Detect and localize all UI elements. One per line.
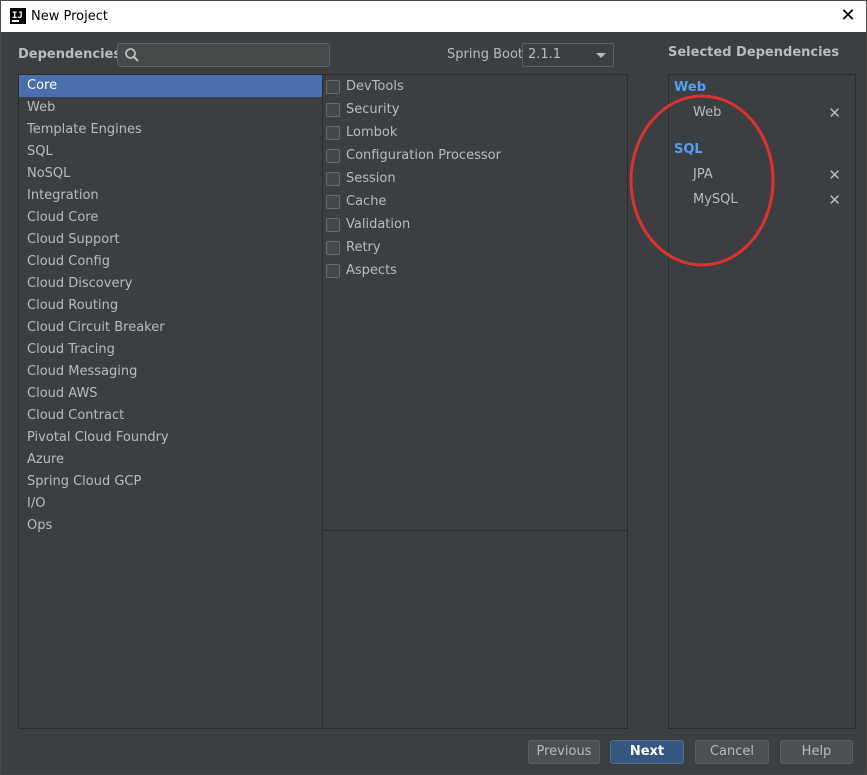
dependency-checkbox[interactable] xyxy=(326,263,340,278)
category-item[interactable]: Template Engines xyxy=(19,119,323,141)
help-button[interactable]: Help xyxy=(780,740,853,764)
category-item[interactable]: Web xyxy=(19,97,323,119)
dependency-label: Configuration Processor xyxy=(346,148,501,163)
dependency-item[interactable]: Session xyxy=(323,167,627,190)
dependency-label: Validation xyxy=(346,217,411,232)
next-button[interactable]: Next xyxy=(610,740,684,764)
search-field[interactable] xyxy=(117,43,330,67)
category-item[interactable]: Cloud Circuit Breaker xyxy=(19,317,323,339)
new-project-dialog: IJ New Project ✕ Dependencies Spring Boo… xyxy=(0,0,867,775)
spring-boot-label: Spring Boot xyxy=(447,47,524,62)
category-item[interactable]: Ops xyxy=(19,515,323,537)
dependency-label: DevTools xyxy=(346,79,404,94)
title-bar: IJ New Project ✕ xyxy=(1,1,866,32)
search-icon xyxy=(125,48,139,62)
dependency-checkbox[interactable] xyxy=(326,194,340,209)
category-item[interactable]: I/O xyxy=(19,493,323,515)
category-item[interactable]: Cloud Core xyxy=(19,207,323,229)
dependency-checkbox[interactable] xyxy=(326,217,340,232)
category-item[interactable]: Core xyxy=(19,75,323,97)
dependency-item[interactable]: Retry xyxy=(323,236,627,259)
dialog-content: Dependencies Spring Boot 2.1.1 Selected … xyxy=(1,32,866,774)
dependency-label: Lombok xyxy=(346,125,398,140)
dependency-description-panel xyxy=(322,530,628,729)
dependency-checkbox[interactable] xyxy=(326,171,340,186)
spring-boot-version-value: 2.1.1 xyxy=(528,47,562,62)
dependencies-label: Dependencies xyxy=(18,47,122,62)
dependency-label: Session xyxy=(346,171,396,186)
category-item[interactable]: Cloud Discovery xyxy=(19,273,323,295)
dependency-label: Aspects xyxy=(346,263,397,278)
category-item[interactable]: NoSQL xyxy=(19,163,323,185)
dependency-item[interactable]: Validation xyxy=(323,213,627,236)
category-item[interactable]: Cloud Support xyxy=(19,229,323,251)
category-list[interactable]: Core Web Template Engines SQL NoSQL Inte… xyxy=(18,74,323,729)
dependency-checkbox[interactable] xyxy=(326,79,340,94)
dependency-item[interactable]: Configuration Processor xyxy=(323,144,627,167)
dependency-item[interactable]: DevTools xyxy=(323,75,627,98)
dependency-checkbox[interactable] xyxy=(326,102,340,117)
category-item[interactable]: Cloud Messaging xyxy=(19,361,323,383)
dependency-item[interactable]: Security xyxy=(323,98,627,121)
category-item[interactable]: SQL xyxy=(19,141,323,163)
spring-boot-version-select[interactable]: 2.1.1 xyxy=(522,43,614,67)
category-item[interactable]: Cloud Routing xyxy=(19,295,323,317)
category-item[interactable]: Cloud Contract xyxy=(19,405,323,427)
category-item[interactable]: Cloud Tracing xyxy=(19,339,323,361)
search-input[interactable] xyxy=(144,46,324,64)
selected-group-web: Web xyxy=(674,80,706,95)
category-item[interactable]: Pivotal Cloud Foundry xyxy=(19,427,323,449)
category-item[interactable]: Cloud Config xyxy=(19,251,323,273)
selected-dependencies-header: Selected Dependencies xyxy=(668,45,840,60)
selected-dependencies-panel: Web Web ✕ SQL JPA ✕ MySQL ✕ xyxy=(668,74,856,729)
close-icon[interactable]: ✕ xyxy=(838,6,858,26)
dependency-label: Cache xyxy=(346,194,387,209)
remove-web-icon[interactable]: ✕ xyxy=(828,104,841,122)
dependency-checkbox[interactable] xyxy=(326,125,340,140)
category-item[interactable]: Cloud AWS xyxy=(19,383,323,405)
chevron-down-icon xyxy=(596,53,606,58)
dependency-list: DevTools Security Lombok Configuration P… xyxy=(322,74,628,531)
dependency-checkbox[interactable] xyxy=(326,148,340,163)
selected-item-web: Web xyxy=(693,105,722,120)
dependency-label: Retry xyxy=(346,240,381,255)
category-item[interactable]: Integration xyxy=(19,185,323,207)
dependency-item[interactable]: Cache xyxy=(323,190,627,213)
selected-item-mysql: MySQL xyxy=(693,192,738,207)
previous-button[interactable]: Previous xyxy=(528,740,600,764)
window-title: New Project xyxy=(31,9,108,24)
category-item[interactable]: Azure xyxy=(19,449,323,471)
selected-group-sql: SQL xyxy=(674,142,703,157)
dependency-item[interactable]: Aspects xyxy=(323,259,627,282)
remove-jpa-icon[interactable]: ✕ xyxy=(828,166,841,184)
selected-item-jpa: JPA xyxy=(693,167,713,182)
intellij-icon: IJ xyxy=(10,8,26,24)
dependency-item[interactable]: Lombok xyxy=(323,121,627,144)
category-item[interactable]: Spring Cloud GCP xyxy=(19,471,323,493)
remove-mysql-icon[interactable]: ✕ xyxy=(828,191,841,209)
dependency-checkbox[interactable] xyxy=(326,240,340,255)
dependency-label: Security xyxy=(346,102,400,117)
cancel-button[interactable]: Cancel xyxy=(695,740,769,764)
